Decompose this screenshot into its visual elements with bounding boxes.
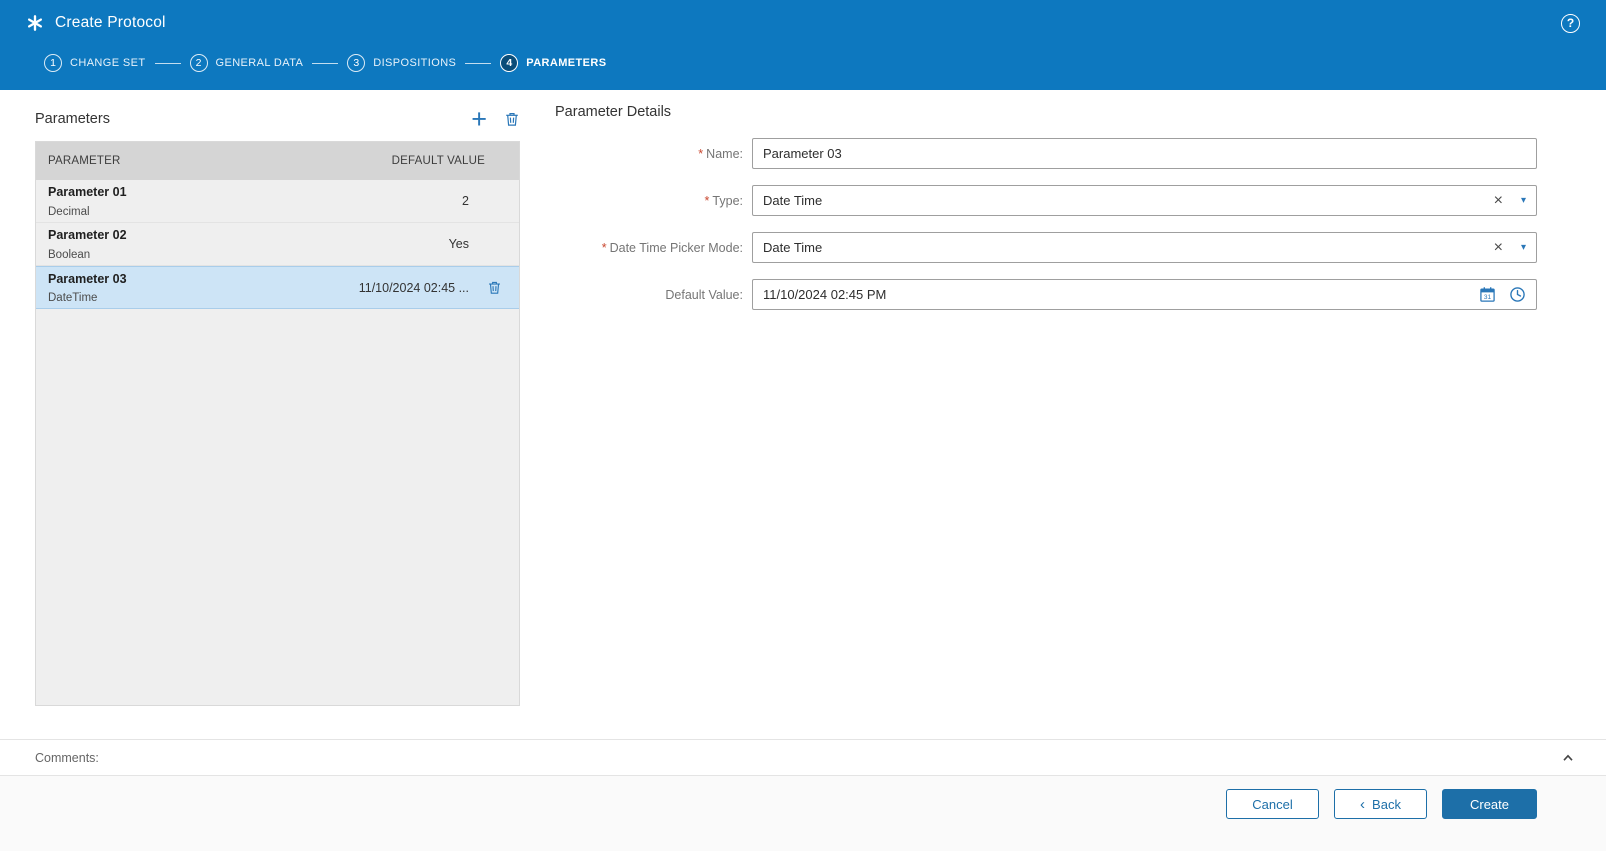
name-field-row: * Name: bbox=[555, 138, 1537, 169]
column-default-value: DEFAULT VALUE bbox=[391, 155, 485, 167]
delete-parameter-icon[interactable] bbox=[504, 111, 520, 127]
chevron-down-icon[interactable]: ▾ bbox=[1521, 195, 1526, 206]
chevron-up-icon[interactable] bbox=[1560, 750, 1576, 766]
parameter-default-value: Yes bbox=[448, 237, 469, 251]
title-bar: Create Protocol ? bbox=[26, 0, 1580, 46]
footer: Cancel ‹ Back Create bbox=[0, 776, 1606, 851]
comments-bar: Comments: bbox=[0, 739, 1606, 776]
create-button-label: Create bbox=[1469, 796, 1510, 812]
parameter-type: DateTime bbox=[48, 292, 98, 304]
asterisk-icon bbox=[26, 14, 44, 32]
table-row-parameter-01[interactable]: Parameter 01 Decimal 2 bbox=[36, 180, 519, 223]
parameter-type: Decimal bbox=[48, 206, 90, 218]
step-label: DISPOSITIONS bbox=[373, 57, 457, 69]
step-general-data[interactable]: 2 GENERAL DATA bbox=[189, 54, 304, 72]
type-label: * Type: bbox=[555, 194, 743, 208]
type-field-row: * Type: Date Time × ▾ bbox=[555, 185, 1537, 216]
step-connector bbox=[465, 62, 492, 64]
step-connector bbox=[312, 62, 339, 64]
default-value-datetime-input[interactable]: 11/10/2024 02:45 PM 31 bbox=[752, 279, 1537, 310]
default-value-label: Default Value: bbox=[555, 288, 743, 302]
clear-icon[interactable]: × bbox=[1494, 192, 1503, 209]
parameter-type: Boolean bbox=[48, 249, 91, 261]
column-parameter: PARAMETER bbox=[48, 155, 121, 167]
calendar-icon[interactable]: 31 bbox=[1479, 286, 1496, 303]
type-label-text: Type: bbox=[712, 193, 743, 208]
svg-text:31: 31 bbox=[1484, 294, 1492, 301]
row-tail bbox=[469, 280, 519, 295]
table-row-parameter-03[interactable]: Parameter 03 DateTime 11/10/2024 02:45 .… bbox=[36, 266, 519, 309]
row-main: Parameter 03 DateTime bbox=[48, 267, 127, 308]
wizard-steps: 1 CHANGE SET 2 GENERAL DATA 3 DISPOSITIO… bbox=[26, 54, 1580, 72]
name-label: * Name: bbox=[555, 147, 743, 161]
required-asterisk: * bbox=[704, 193, 710, 208]
picker-mode-label: * Date Time Picker Mode: bbox=[555, 241, 743, 255]
parameters-panel: Parameters + PARAMETER DEFAULT VALUE Par… bbox=[35, 104, 520, 706]
step-number: 3 bbox=[347, 54, 366, 72]
help-icon[interactable]: ? bbox=[1561, 13, 1580, 33]
name-input[interactable] bbox=[752, 138, 1537, 169]
header: Create Protocol ? 1 CHANGE SET 2 GENERAL… bbox=[0, 0, 1606, 90]
parameter-details-title: Parameter Details bbox=[555, 104, 672, 120]
clear-icon[interactable]: × bbox=[1494, 239, 1503, 256]
picker-mode-field-row: * Date Time Picker Mode: Date Time × ▾ bbox=[555, 232, 1537, 263]
name-label-text: Name: bbox=[706, 146, 743, 161]
parameters-title: Parameters bbox=[35, 111, 110, 127]
default-value-text: 11/10/2024 02:45 PM bbox=[763, 287, 887, 302]
step-number: 4 bbox=[500, 54, 519, 72]
type-dropdown[interactable]: Date Time × ▾ bbox=[752, 185, 1537, 216]
parameters-panel-header: Parameters + bbox=[35, 104, 520, 134]
step-dispositions[interactable]: 3 DISPOSITIONS bbox=[347, 54, 456, 72]
table-header: PARAMETER DEFAULT VALUE bbox=[36, 142, 519, 180]
clock-icon[interactable] bbox=[1509, 286, 1526, 303]
step-number: 2 bbox=[189, 54, 208, 72]
required-asterisk: * bbox=[698, 146, 704, 161]
parameter-default-value: 11/10/2024 02:45 ... bbox=[358, 280, 469, 295]
step-label: PARAMETERS bbox=[526, 57, 607, 69]
default-value-field-row: Default Value: 11/10/2024 02:45 PM 31 bbox=[555, 279, 1537, 310]
create-protocol-page: Create Protocol ? 1 CHANGE SET 2 GENERAL… bbox=[0, 0, 1606, 851]
cancel-button[interactable]: Cancel bbox=[1226, 789, 1319, 819]
step-change-set[interactable]: 1 CHANGE SET bbox=[44, 54, 146, 72]
parameter-details-panel: Parameter Details *Name: *Type: Date Tim… bbox=[555, 104, 1537, 326]
chevron-left-icon: ‹ bbox=[1360, 795, 1366, 813]
picker-mode-dropdown[interactable]: Date Time × ▾ bbox=[752, 232, 1537, 263]
step-parameters[interactable]: 4 PARAMETERS bbox=[500, 54, 606, 72]
back-button-label: Back bbox=[1372, 796, 1401, 812]
comments-label: Comments: bbox=[35, 750, 99, 765]
create-button[interactable]: Create bbox=[1442, 789, 1537, 819]
row-main: Parameter 02 Boolean bbox=[48, 223, 127, 265]
step-connector bbox=[154, 62, 181, 64]
datetime-icons: 31 bbox=[1479, 286, 1526, 303]
parameter-name: Parameter 01 bbox=[48, 185, 127, 199]
parameters-actions: + bbox=[471, 106, 520, 133]
step-number: 1 bbox=[44, 54, 62, 72]
parameter-default-value: 2 bbox=[462, 194, 469, 208]
picker-mode-value: Date Time bbox=[763, 240, 823, 255]
default-value-label-text: Default Value: bbox=[665, 287, 743, 302]
parameter-name: Parameter 03 bbox=[48, 272, 127, 286]
back-button[interactable]: ‹ Back bbox=[1334, 789, 1427, 819]
page-title: Create Protocol bbox=[55, 14, 166, 31]
picker-mode-label-text: Date Time Picker Mode: bbox=[609, 240, 743, 255]
cancel-button-label: Cancel bbox=[1252, 796, 1293, 812]
parameters-table: PARAMETER DEFAULT VALUE Parameter 01 Dec… bbox=[35, 141, 520, 706]
parameter-name: Parameter 02 bbox=[48, 228, 127, 242]
type-value: Date Time bbox=[763, 193, 823, 208]
row-delete-icon[interactable] bbox=[487, 280, 502, 295]
step-label: GENERAL DATA bbox=[215, 57, 304, 69]
table-row-parameter-02[interactable]: Parameter 02 Boolean Yes bbox=[36, 223, 519, 266]
step-label: CHANGE SET bbox=[70, 57, 146, 69]
required-asterisk: * bbox=[601, 240, 607, 255]
row-main: Parameter 01 Decimal bbox=[48, 180, 127, 222]
chevron-down-icon[interactable]: ▾ bbox=[1521, 242, 1526, 253]
add-parameter-icon[interactable]: + bbox=[471, 106, 487, 133]
